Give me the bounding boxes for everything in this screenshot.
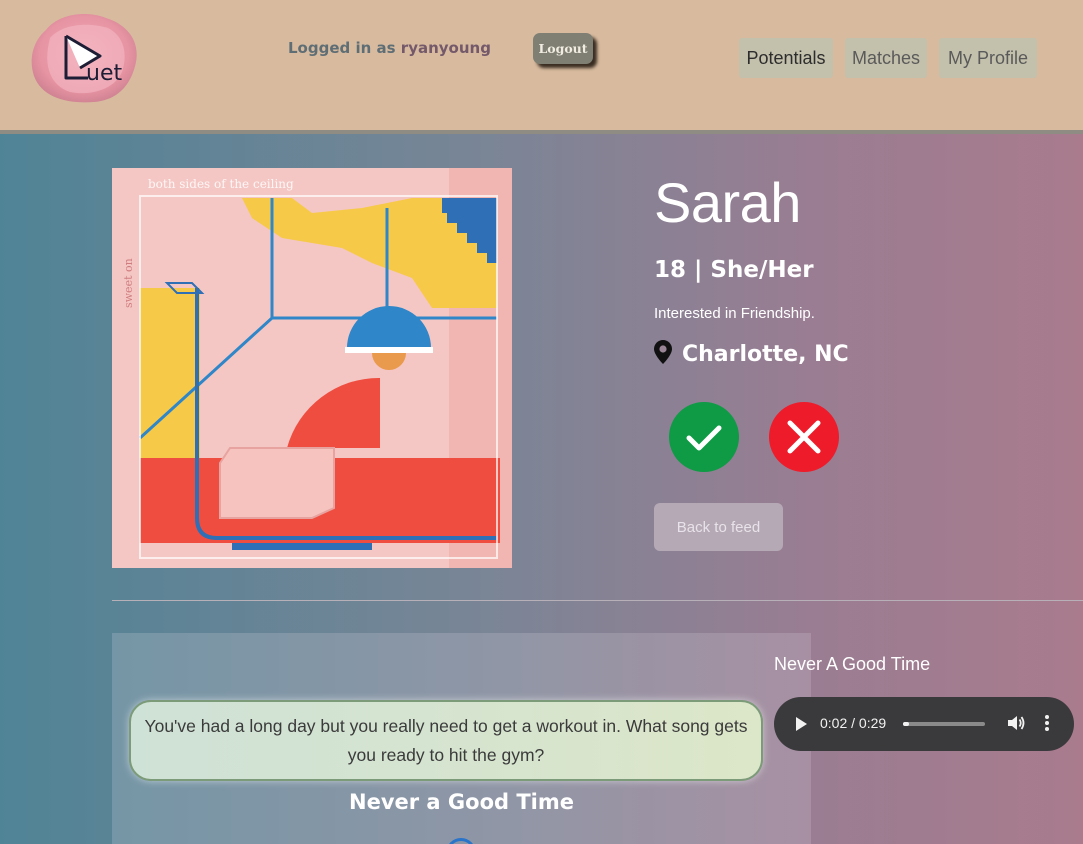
profile-interest: Interested in Friendship.	[654, 305, 815, 322]
logo-icon: uet	[31, 14, 137, 103]
logged-in-username: ryanyoung	[400, 39, 491, 57]
album-cover-artist: sweet on	[122, 258, 135, 308]
prompt-question: You've had a long day but you really nee…	[129, 700, 763, 781]
checkmark-icon	[686, 425, 722, 451]
profile-age-pronouns: 18 | She/Her	[654, 257, 814, 283]
x-icon	[787, 420, 821, 454]
reject-button[interactable]	[769, 402, 839, 472]
album-cover-title: both sides of the ceiling	[148, 177, 294, 191]
audio-player: 0:02 / 0:29	[774, 697, 1074, 751]
volume-icon[interactable]	[1007, 714, 1025, 737]
header-bar: uet Logged in as ryanyoung Logout Potent…	[0, 0, 1083, 134]
logout-button[interactable]: Logout	[533, 33, 593, 64]
audio-seek-slider[interactable]	[903, 722, 985, 726]
audio-seek-progress	[903, 722, 909, 726]
back-to-feed-button[interactable]: Back to feed	[654, 503, 783, 551]
audio-time: 0:02 / 0:29	[820, 715, 887, 731]
prompt-answer: Never a Good Time	[349, 790, 574, 814]
nav-matches-button[interactable]: Matches	[845, 38, 927, 78]
app-logo[interactable]: uet	[28, 12, 140, 104]
album-cover-image: both sides of the ceiling sweet on	[112, 168, 512, 568]
logo-text: uet	[86, 61, 122, 86]
logged-in-status: Logged in as ryanyoung	[288, 39, 491, 57]
accept-button[interactable]	[669, 402, 739, 472]
nav-my-profile-button[interactable]: My Profile	[939, 38, 1037, 78]
more-vert-icon[interactable]	[1044, 714, 1050, 737]
song-title: Never A Good Time	[774, 654, 931, 674]
logged-in-prefix: Logged in as	[288, 39, 401, 57]
location-pin-icon	[654, 340, 672, 368]
location-text: Charlotte, NC	[682, 341, 849, 367]
section-divider	[112, 600, 1083, 601]
nav-potentials-button[interactable]: Potentials	[739, 38, 833, 78]
play-icon[interactable]	[794, 716, 808, 737]
profile-location: Charlotte, NC	[654, 340, 849, 368]
profile-name: Sarah	[654, 171, 801, 234]
